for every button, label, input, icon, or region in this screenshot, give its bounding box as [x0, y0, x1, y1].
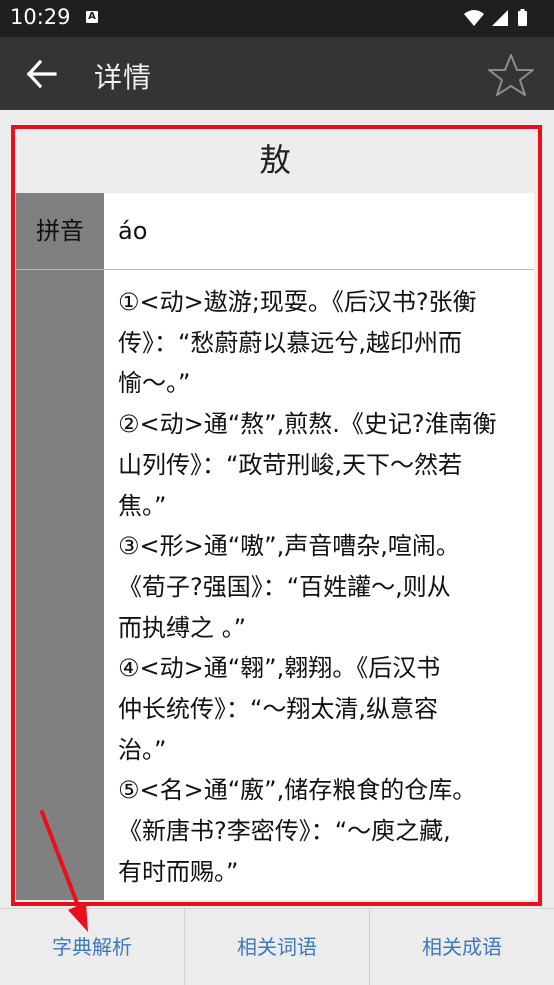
definition-line: 《荀子?强国》：“百姓讙～,则从 — [118, 572, 451, 601]
status-time: 10:29 — [10, 5, 71, 29]
definition-line: 仲长统传》：“～翔太清,纵意容 — [118, 695, 439, 724]
definition-line: 山列传》：“政苛刑峻,天下～然若 — [118, 450, 463, 479]
definition-line: 而执缚之 。” — [118, 613, 247, 642]
status-icons — [464, 9, 527, 26]
character-header: 敖 — [16, 130, 534, 193]
definition-line: 有时而赐。” — [118, 857, 239, 886]
tab-dictionary-analysis[interactable]: 字典解析 — [0, 909, 184, 985]
app-bar: 详情 — [0, 37, 554, 110]
tab-related-words[interactable]: 相关词语 — [185, 909, 369, 985]
status-bar: 10:29 A — [0, 0, 554, 37]
pinyin-label: 拼音 — [16, 193, 104, 270]
definition-line: 治。” — [118, 735, 167, 764]
definition-line: 《新唐书?李密传》：“～庾之藏, — [118, 817, 451, 846]
signal-icon — [492, 10, 508, 26]
pinyin-value: áo — [104, 193, 534, 270]
back-button[interactable] — [26, 59, 58, 89]
definition-line: 焦。” — [118, 491, 167, 520]
definition-line: 传》：“愁蔚蔚以慕远兮,越印州而 — [118, 328, 463, 357]
definition-text: ①<动>遨游;现耍。《后汉书?张衡 传》：“愁蔚蔚以慕远兮,越印州而 愉～。” … — [118, 282, 530, 893]
detail-content: 敖 拼音 áo ①<动>遨游;现耍。《后汉书?张衡 传》：“愁蔚蔚以慕远兮,越印… — [16, 130, 534, 900]
tab-related-idioms[interactable]: 相关成语 — [370, 909, 554, 985]
wifi-icon — [464, 10, 484, 26]
definition-line: ②<动>通“熬”,煎熬.《史记?淮南衡 — [118, 410, 497, 439]
definition-line: ①<动>遨游;现耍。《后汉书?张衡 — [118, 288, 477, 316]
definition-line: ④<动>通“翱”,翱翔。《后汉书 — [118, 654, 441, 683]
notification-icon: A — [86, 11, 98, 23]
page-title: 详情 — [94, 61, 153, 94]
battery-icon — [518, 11, 527, 26]
definition-line: 愉～。” — [118, 369, 191, 398]
definition-line: ③<形>通“嗷”,声音嘈杂,喧闹。 — [118, 532, 460, 561]
favorite-button[interactable] — [486, 52, 536, 98]
bottom-tab-bar: 字典解析 相关词语 相关成语 — [0, 908, 554, 985]
definition-line: ⑤<名>通“廒”,储存粮食的仓库。 — [118, 776, 477, 805]
definition-label-column — [16, 270, 104, 900]
arrow-left-icon — [26, 59, 57, 89]
star-outline-icon — [488, 54, 534, 96]
